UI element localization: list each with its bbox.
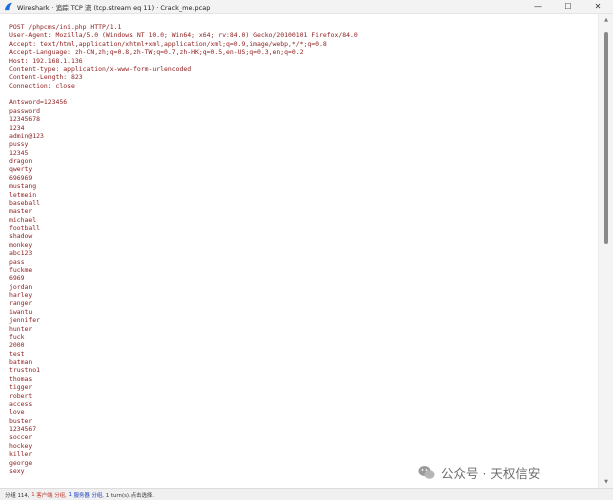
packet-count: 分组 114, <box>5 492 30 499</box>
stream-text-area[interactable]: POST /phpcms/ini.php HTTP/1.1 User-Agent… <box>0 14 598 488</box>
body-line: buster <box>9 416 33 425</box>
body-line: pass <box>9 257 25 266</box>
body-line: 696969 <box>9 173 33 182</box>
body-line: abc123 <box>9 249 33 258</box>
body-line: hunter <box>9 324 33 333</box>
body-line: love <box>9 408 25 417</box>
body-line: shadow <box>9 232 33 241</box>
body-line: robert <box>9 391 33 400</box>
http-header-line: Connection: close <box>9 81 75 90</box>
body-line: monkey <box>9 240 33 249</box>
body-line: 1234567 <box>9 425 37 433</box>
body-line: baseball <box>9 198 41 207</box>
body-line: letmein <box>9 190 37 199</box>
body-line: batman <box>9 358 33 366</box>
watermark-text: 公众号 · 天权信安 <box>441 465 541 481</box>
body-line: master <box>9 207 33 216</box>
body-line: 6969 <box>9 274 25 283</box>
close-button[interactable]: ✕ <box>583 0 613 14</box>
server-packets-label: 服务器 分组, <box>73 492 105 499</box>
wechat-watermark: 公众号 · 天权信安 <box>418 462 540 482</box>
body-line: harley <box>9 291 33 299</box>
body-line: ranger <box>9 299 33 308</box>
body-line: jennifer <box>9 316 41 325</box>
http-header-line: Accept-Language: zh-CN,zh;q=0.8,zh-TW;q=… <box>9 48 304 57</box>
status-bar: 分组 114, 1 客户端 分组, 1 服务器 分组, 1 turn(s).点击… <box>0 488 613 500</box>
body-line: fuckme <box>9 265 33 274</box>
body-line: fuck <box>9 332 25 341</box>
body-line: trustno1 <box>9 366 41 375</box>
header-body-separator <box>9 90 598 98</box>
body-line: mustang <box>9 182 37 191</box>
body-line: tigger <box>9 383 33 392</box>
vertical-scrollbar[interactable]: ▲ ▼ <box>598 14 613 488</box>
body-line: jordan <box>9 282 33 291</box>
minimize-button[interactable]: — <box>523 0 553 14</box>
title-bar: Wireshark · 追踪 TCP 流 (tcp.stream eq 11) … <box>0 0 613 14</box>
window-title: Wireshark · 追踪 TCP 流 (tcp.stream eq 11) … <box>17 3 211 12</box>
http-header-line: Content-type: application/x-www-form-url… <box>9 64 192 73</box>
body-line: 12345 <box>9 148 29 157</box>
turns-label: 1 turn(s).点击选择. <box>105 492 154 499</box>
window-controls: — ☐ ✕ <box>523 0 613 14</box>
client-packets-label: 客户端 分组, <box>36 492 67 499</box>
body-line: test <box>9 349 25 358</box>
body-line: hockey <box>9 441 33 450</box>
body-line: password <box>9 106 41 115</box>
http-header-line: User-Agent: Mozilla/5.0 (Windows NT 10.0… <box>9 31 358 40</box>
body-line: 1234 <box>9 123 25 132</box>
body-line: football <box>9 224 41 232</box>
wechat-logo-icon <box>418 465 435 480</box>
body-line: Antsword=123456 <box>9 98 68 107</box>
scroll-up-arrow-icon[interactable]: ▲ <box>602 16 610 24</box>
body-line: admin@123 <box>9 131 44 140</box>
body-line: qwerty <box>9 165 33 174</box>
http-header-line: Accept: text/html,application/xhtml+xml,… <box>9 39 327 48</box>
body-line: access <box>9 399 33 408</box>
body-line: thomas <box>9 374 33 383</box>
body-line: michael <box>9 215 37 224</box>
body-line: pussy <box>9 140 29 149</box>
body-line: 12345678 <box>9 115 41 124</box>
wireshark-fin-icon <box>4 2 13 11</box>
http-request-line: POST /phpcms/ini.php HTTP/1.1 <box>9 23 122 31</box>
body-line: soccer <box>9 433 33 442</box>
body-line: dragon <box>9 157 33 165</box>
body-line: killer <box>9 450 33 459</box>
maximize-button[interactable]: ☐ <box>553 0 583 14</box>
body-line: iwantu <box>9 307 33 316</box>
http-header-line: Host: 192.168.1.136 <box>9 56 83 65</box>
http-header-line: Content-Length: 823 <box>9 73 83 82</box>
scroll-down-arrow-icon[interactable]: ▼ <box>602 478 610 486</box>
scrollbar-thumb[interactable] <box>604 32 608 244</box>
body-line: 2000 <box>9 341 25 350</box>
